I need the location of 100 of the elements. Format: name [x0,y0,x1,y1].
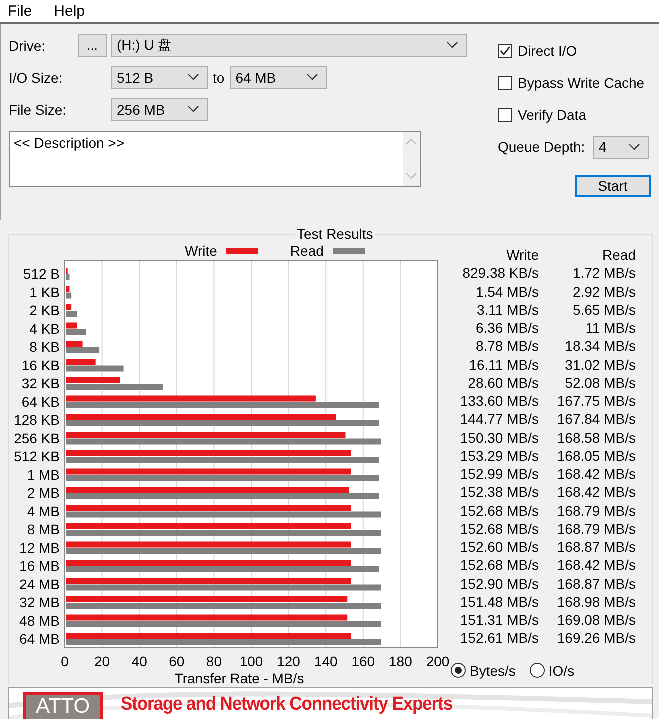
category-label: 32 MB [20,594,60,610]
radio-button[interactable] [451,663,466,678]
table-cell-text: 5.65 MB/s [572,302,636,318]
table-cell-text: 2.92 MB/s [572,284,636,300]
file-size-dropdown[interactable]: 256 MB [111,98,208,121]
table-cell-text: 168.79 MB/s [556,502,636,519]
browse-button[interactable]: ... [78,34,107,57]
table-cell-text: 152.68 MB/s [459,520,539,537]
menu-item[interactable]: File [8,2,32,20]
table-cell-text: 144.77 MB/s [459,411,539,428]
to-label: to [213,70,225,86]
table-cell-text: 153.29 MB/s [459,448,539,464]
table-cell-text: 133.60 MB/s [459,393,539,410]
column-header: Write [506,247,539,264]
tick-label: 40 [132,653,148,670]
option-label: Bypass Write Cache [518,75,645,91]
tick-label: 140 [314,653,338,670]
category-label: 16 MB [20,558,60,574]
table-cell-text: 152.68 MB/s [459,502,539,519]
category-label: 1 KB [30,284,60,300]
category-label: 64 KB [22,394,60,410]
tick-label: 80 [206,653,222,670]
table-cell-text: 152.38 MB/s [459,484,539,500]
table-cell-text: 168.42 MB/s [556,484,636,500]
queue-depth-dropdown[interactable]: 4 [593,136,649,158]
tagline: Storage and Network Connectivity Experts [121,694,453,716]
queue-depth-label: Queue Depth: [498,139,586,155]
table-cell-text: 31.02 MB/s [564,356,636,373]
io-size-to-dropdown[interactable]: 64 MB [230,66,327,89]
category-label: 32 KB [22,376,60,392]
category-label: 24 MB [20,576,60,592]
category-label: 4 MB [27,503,60,520]
drive-dropdown[interactable]: (H:) U 盘 [111,34,467,57]
chevron-down-icon [188,106,199,113]
column-header: Read [602,247,636,264]
checkbox[interactable] [498,108,512,122]
table-cell-text: 18.34 MB/s [564,338,636,354]
checkbox[interactable] [498,44,512,58]
chevron-down-icon [629,144,640,150]
start-button[interactable]: Start [575,175,651,197]
category-label: 64 MB [20,631,60,647]
axis-title: Transfer Rate - MB/s [174,670,304,684]
table-cell-text: 151.31 MB/s [459,612,539,628]
table-cell-text: 168.98 MB/s [556,594,636,610]
radio-label: IO/s [548,662,575,678]
table-cell-text: 167.84 MB/s [556,411,636,428]
legend-label: Read [290,243,324,259]
category-label: 512 B [23,266,60,282]
category-label: 512 KB [14,448,60,464]
table-cell-text: 1.72 MB/s [572,265,636,282]
tick-label: 20 [94,653,110,670]
menu-item[interactable]: Help [54,2,86,20]
legend-label: Write [185,243,218,259]
tick-label: 0 [61,653,69,670]
table-cell-text: 16.11 MB/s [468,356,539,373]
chevron-down-icon [188,74,199,81]
table-cell-text: 168.87 MB/s [556,576,636,592]
category-label: 1 MB [27,466,60,483]
io-size-from-dropdown[interactable]: 512 B [111,66,208,89]
table-cell-text: 1.54 MB/s [474,284,539,300]
tick-label: 60 [169,653,185,670]
category-label: 2 KB [30,302,60,318]
table-cell-text: 152.61 MB/s [459,630,539,646]
table-cell-text: 829.38 KB/s [462,265,539,282]
category-label: 2 MB [27,485,60,501]
table-cell-text: 167.75 MB/s [556,393,636,410]
legend-swatch [332,248,365,254]
tick-label: 120 [277,653,300,670]
table-cell-text: 11 MB/s [584,320,636,336]
tick-label: 180 [389,653,412,670]
category-label: 4 KB [30,320,60,337]
table-cell-text: 152.99 MB/s [459,466,539,482]
table-cell-text: 28.60 MB/s [467,374,539,391]
tick-label: 100 [240,653,264,670]
option-label: Direct I/O [518,43,578,59]
table-cell-text: 168.87 MB/s [556,539,636,556]
table-cell-text: 6.36 MB/s [474,320,539,336]
file-size-label: File Size: [9,102,68,118]
category-label: 8 KB [30,339,60,355]
table-cell-text: 52.08 MB/s [564,374,636,391]
table-cell-text: 152.60 MB/s [459,539,539,556]
table-cell-text: 168.58 MB/s [556,430,636,446]
legend-swatch [226,248,258,254]
table-cell-text: 168.79 MB/s [556,520,636,537]
table-cell-text: 150.30 MB/s [459,430,539,446]
table-cell-text: 8.78 MB/s [474,338,539,354]
table-cell-text: 168.05 MB/s [556,448,636,464]
radio-label: Bytes/s [470,662,516,678]
group-title: Test Results [295,226,376,242]
category-label: 128 KB [14,412,60,428]
category-label: 256 KB [14,430,60,446]
category-label: 16 KB [22,357,60,374]
category-label: 48 MB [20,612,60,629]
chevron-down-icon [447,42,458,49]
tick-label: 200 [426,653,450,670]
chevron-down-icon [306,74,318,81]
drive-label: Drive: [9,38,47,54]
table-cell-text: 152.90 MB/s [459,576,539,592]
radio-button[interactable] [530,663,545,678]
checkbox[interactable] [498,76,512,90]
